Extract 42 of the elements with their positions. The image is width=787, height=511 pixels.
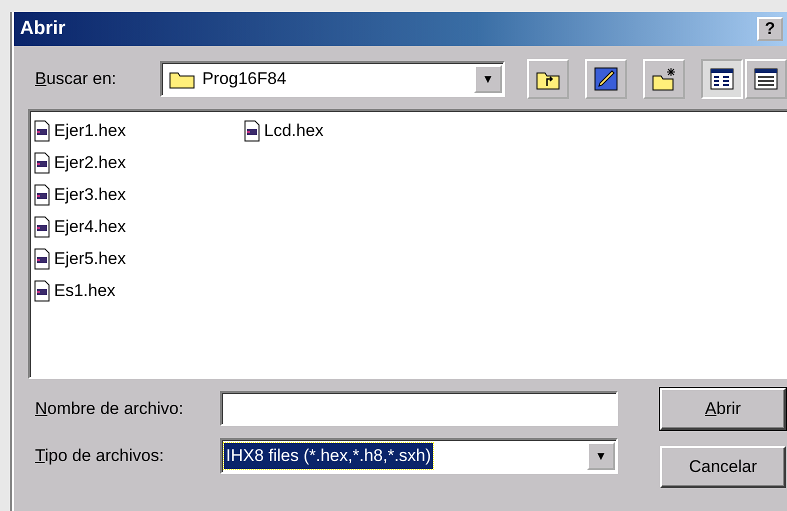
file-type-dropdown[interactable]: IHX8 files (*.hex,*.h8,*.sxh) ▼ bbox=[220, 438, 618, 474]
file-name: Ejer1.hex bbox=[54, 120, 126, 142]
file-name: Ejer3.hex bbox=[54, 184, 126, 206]
document-icon bbox=[34, 216, 50, 238]
document-icon bbox=[34, 248, 50, 270]
document-icon bbox=[34, 152, 50, 174]
look-in-label: Buscar en: bbox=[35, 68, 118, 90]
up-folder-button[interactable] bbox=[527, 59, 569, 99]
file-name: Es1.hex bbox=[54, 280, 116, 302]
open-button[interactable]: Abrir bbox=[660, 388, 786, 430]
new-folder-icon bbox=[651, 66, 677, 92]
help-button[interactable]: ? bbox=[757, 17, 783, 41]
file-name: Ejer2.hex bbox=[54, 152, 126, 174]
file-name: Ejer5.hex bbox=[54, 248, 126, 270]
list-view-button[interactable] bbox=[701, 59, 743, 99]
new-folder-button[interactable] bbox=[643, 59, 685, 99]
folder-name: Prog16F84 bbox=[202, 68, 286, 90]
document-icon bbox=[34, 120, 50, 142]
details-view-icon bbox=[753, 66, 779, 92]
file-name-field[interactable] bbox=[220, 391, 618, 426]
file-item[interactable]: Ejer3.hex bbox=[34, 179, 244, 211]
file-item[interactable]: Lcd.hex bbox=[244, 115, 454, 147]
pencil-icon bbox=[593, 66, 619, 92]
document-icon bbox=[34, 184, 50, 206]
window-title: Abrir bbox=[20, 16, 66, 41]
file-name: Ejer4.hex bbox=[54, 216, 126, 238]
file-item[interactable]: Es1.hex bbox=[34, 275, 244, 307]
details-view-button[interactable] bbox=[745, 59, 787, 99]
list-view-icon bbox=[709, 66, 735, 92]
file-name-label: Nombre de archivo: bbox=[35, 398, 184, 420]
file-item[interactable]: Ejer4.hex bbox=[34, 211, 244, 243]
file-item[interactable]: Ejer2.hex bbox=[34, 147, 244, 179]
document-icon bbox=[34, 280, 50, 302]
document-icon bbox=[244, 120, 260, 142]
folder-dropdown[interactable]: Prog16F84 ▼ bbox=[160, 61, 505, 97]
file-item[interactable]: Ejer1.hex bbox=[34, 115, 244, 147]
pencil-button[interactable] bbox=[585, 59, 627, 99]
cancel-button[interactable]: Cancelar bbox=[660, 446, 786, 488]
file-type-label: Tipo de archivos: bbox=[35, 445, 165, 468]
file-name: Lcd.hex bbox=[264, 120, 324, 142]
file-item[interactable]: Ejer5.hex bbox=[34, 243, 244, 275]
file-type-value: IHX8 files (*.hex,*.h8,*.sxh) bbox=[224, 443, 434, 469]
